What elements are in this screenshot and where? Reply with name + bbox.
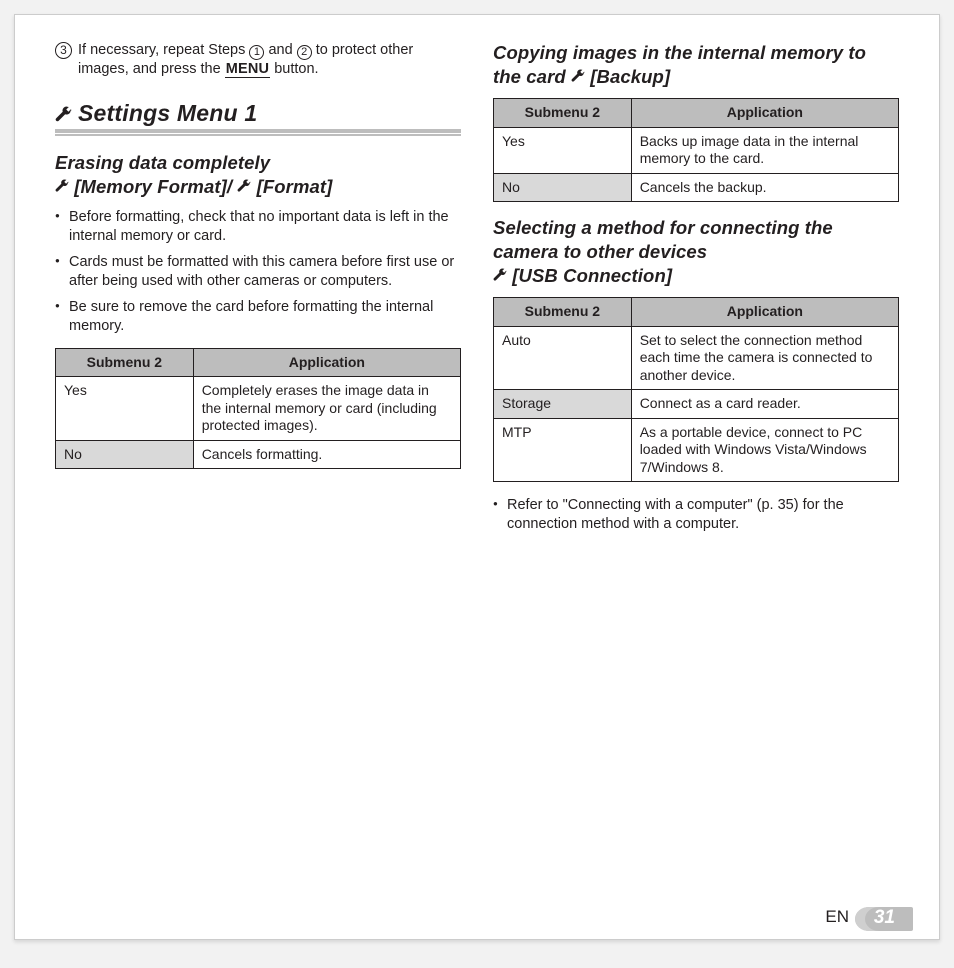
section-title-text: Settings Menu 1 xyxy=(78,100,257,127)
list-item: Before formatting, check that no importa… xyxy=(55,208,461,246)
wrench-icon xyxy=(55,175,69,199)
usb-heading: Selecting a method for connecting the ca… xyxy=(493,216,899,287)
backup-heading: Copying images in the internal memory to… xyxy=(493,41,899,88)
table-row: StorageConnect as a card reader. xyxy=(494,390,899,419)
usb-bullets: Refer to "Connecting with a computer" (p… xyxy=(493,496,899,534)
section-title-settings-1: Settings Menu 1 xyxy=(55,100,461,133)
th-application: Application xyxy=(631,298,898,327)
erasing-heading-l1: Erasing data completely xyxy=(55,151,461,175)
step-ref-2-icon: 2 xyxy=(297,45,312,60)
list-item: Cards must be formatted with this camera… xyxy=(55,253,461,291)
step-3-text-a: If necessary, repeat Steps xyxy=(78,42,249,58)
th-submenu: Submenu 2 xyxy=(494,298,632,327)
list-item: Refer to "Connecting with a computer" (p… xyxy=(493,496,899,534)
step-ref-1-icon: 1 xyxy=(249,45,264,60)
step-3: 3 If necessary, repeat Steps 1 and 2 to … xyxy=(55,41,461,78)
page-footer: EN 31 xyxy=(15,897,939,939)
erasing-heading-l2b: [Format] xyxy=(257,176,333,197)
table-row: NoCancels the backup. xyxy=(494,173,899,202)
table-row: YesCompletely erases the image data in t… xyxy=(56,377,461,441)
erasing-bullets: Before formatting, check that no importa… xyxy=(55,208,461,335)
backup-heading-l1: Copying images in the internal memory to… xyxy=(493,42,866,87)
th-submenu: Submenu 2 xyxy=(56,348,194,377)
table-row: AutoSet to select the connection method … xyxy=(494,326,899,390)
usb-table: Submenu 2Application AutoSet to select t… xyxy=(493,297,899,482)
backup-table: Submenu 2Application YesBacks up image d… xyxy=(493,98,899,202)
table-row: NoCancels formatting. xyxy=(56,440,461,469)
table-row: YesBacks up image data in the internal m… xyxy=(494,127,899,173)
list-item: Be sure to remove the card before format… xyxy=(55,298,461,336)
wrench-icon xyxy=(237,175,251,199)
erasing-heading-l2a: [Memory Format]/ xyxy=(74,176,232,197)
wrench-icon xyxy=(55,106,72,127)
menu-button-label: MENU xyxy=(225,61,271,78)
erasing-table: Submenu 2Application YesCompletely erase… xyxy=(55,348,461,470)
table-row: MTPAs a portable device, connect to PC l… xyxy=(494,418,899,482)
backup-heading-l2: [Backup] xyxy=(590,66,670,87)
erasing-heading: Erasing data completely [Memory Format]/… xyxy=(55,151,461,198)
step-3-text-b: and xyxy=(268,42,296,58)
usb-heading-l2: [USB Connection] xyxy=(512,265,672,286)
right-column: Copying images in the internal memory to… xyxy=(493,41,899,546)
step-number-3-icon: 3 xyxy=(55,42,72,59)
language-label: EN xyxy=(825,907,849,927)
manual-page: 3 If necessary, repeat Steps 1 and 2 to … xyxy=(14,14,940,940)
th-submenu: Submenu 2 xyxy=(494,99,632,128)
step-3-text-d: button. xyxy=(274,61,318,77)
left-column: 3 If necessary, repeat Steps 1 and 2 to … xyxy=(55,41,461,546)
usb-heading-l1: Selecting a method for connecting the ca… xyxy=(493,216,899,263)
wrench-icon xyxy=(571,65,585,89)
th-application: Application xyxy=(193,348,460,377)
th-application: Application xyxy=(631,99,898,128)
wrench-icon xyxy=(493,264,507,288)
page-number: 31 xyxy=(874,907,895,929)
